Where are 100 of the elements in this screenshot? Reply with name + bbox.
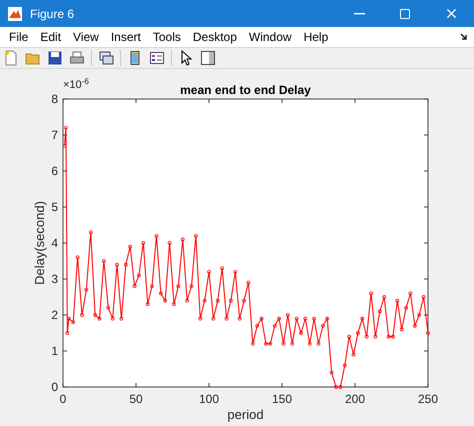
data-marker: [132, 284, 136, 288]
axis-multiplier: ×10$^{-6}$: [63, 80, 90, 91]
data-marker: [198, 316, 202, 320]
chart-title: mean end to end Delay: [180, 83, 311, 97]
data-marker: [150, 284, 154, 288]
minimize-icon: [354, 12, 364, 14]
data-marker: [246, 280, 250, 284]
data-marker: [158, 292, 163, 296]
data-marker: [316, 342, 320, 346]
data-marker: [224, 316, 228, 320]
data-marker: [84, 288, 88, 292]
new-file-icon[interactable]: [3, 50, 19, 66]
x-axis-label: period: [227, 407, 264, 422]
data-marker: [426, 331, 430, 335]
y-tick-label: 1: [51, 344, 58, 358]
printer-icon[interactable]: [69, 50, 85, 66]
data-marker: [185, 298, 189, 302]
menu-item[interactable]: Help: [298, 28, 334, 46]
data-marker: [212, 316, 216, 320]
x-tick-label: 250: [418, 392, 438, 406]
linked-windows-icon[interactable]: [98, 50, 114, 66]
y-tick-label: 5: [51, 200, 58, 214]
data-marker: [400, 328, 404, 332]
data-marker: [242, 298, 246, 302]
data-marker: [194, 234, 198, 238]
data-marker: [180, 238, 185, 242]
data-marker: [277, 316, 281, 320]
y-tick-label: 2: [51, 308, 58, 322]
data-marker: [154, 234, 158, 238]
data-marker: [76, 256, 80, 260]
data-marker: [207, 270, 211, 274]
y-axis-label: Delay(second): [32, 201, 47, 285]
menu-item[interactable]: Edit: [34, 28, 68, 46]
data-marker: [128, 244, 132, 248]
data-marker: [80, 313, 84, 317]
data-marker: [404, 306, 408, 310]
app-icon: [8, 6, 22, 20]
data-marker: [202, 298, 206, 302]
data-marker: [124, 262, 128, 266]
x-tick-label: 100: [198, 392, 220, 406]
data-marker: [176, 284, 180, 288]
data-marker: [272, 324, 277, 328]
data-marker: [115, 262, 119, 266]
data-marker: [330, 370, 334, 374]
y-tick-label: 6: [51, 164, 58, 178]
data-marker: [417, 313, 422, 317]
x-tick-label: 200: [344, 392, 366, 406]
menu-item[interactable]: View: [67, 28, 105, 46]
menu-item[interactable]: Desktop: [186, 28, 243, 46]
menu-item[interactable]: Tools: [146, 28, 187, 46]
x-tick-label: 150: [272, 392, 292, 406]
data-marker: [294, 316, 298, 320]
data-marker: [238, 316, 242, 320]
data-marker: [255, 324, 260, 328]
data-marker: [220, 266, 224, 270]
data-marker: [286, 313, 290, 317]
data-marker: [229, 298, 233, 302]
data-marker: [347, 334, 352, 338]
menu-item[interactable]: Window: [242, 28, 298, 46]
y-tick-label: 3: [51, 272, 58, 286]
data-marker: [299, 331, 303, 335]
data-marker: [413, 324, 417, 328]
data-marker: [250, 342, 255, 346]
data-marker: [141, 241, 146, 245]
data-marker: [395, 298, 400, 302]
property-panel-icon[interactable]: [200, 50, 216, 66]
data-marker: [163, 298, 168, 302]
data-marker: [308, 342, 312, 346]
dock-arrow-icon[interactable]: [460, 33, 468, 41]
data-marker: [321, 324, 325, 328]
menu-item[interactable]: File: [3, 28, 34, 46]
data-marker: [369, 292, 373, 296]
data-marker: [360, 316, 364, 320]
data-marker: [304, 316, 308, 320]
data-marker: [378, 310, 382, 314]
data-marker: [356, 331, 360, 335]
data-marker: [260, 316, 264, 320]
y-tick-label: 0: [51, 380, 58, 394]
data-marker: [146, 302, 150, 306]
data-marker: [168, 241, 172, 245]
save-icon[interactable]: [47, 50, 63, 66]
data-marker: [325, 316, 330, 320]
legend-icon[interactable]: [149, 50, 165, 66]
data-marker: [422, 295, 426, 299]
data-marker: [106, 306, 110, 310]
maximize-icon: [399, 8, 411, 20]
data-marker: [233, 270, 238, 274]
data-marker: [62, 144, 66, 148]
menu-item[interactable]: Insert: [104, 28, 147, 46]
data-marker: [190, 284, 194, 288]
x-tick-label: 50: [129, 392, 143, 406]
y-tick-label: 4: [51, 236, 58, 250]
data-marker: [364, 334, 369, 338]
y-tick-label: 7: [51, 128, 58, 142]
data-marker: [88, 230, 93, 234]
data-marker: [408, 292, 412, 296]
data-marker: [216, 298, 220, 302]
data-marker: [382, 295, 386, 299]
data-marker: [137, 274, 141, 278]
data-marker: [290, 342, 294, 346]
